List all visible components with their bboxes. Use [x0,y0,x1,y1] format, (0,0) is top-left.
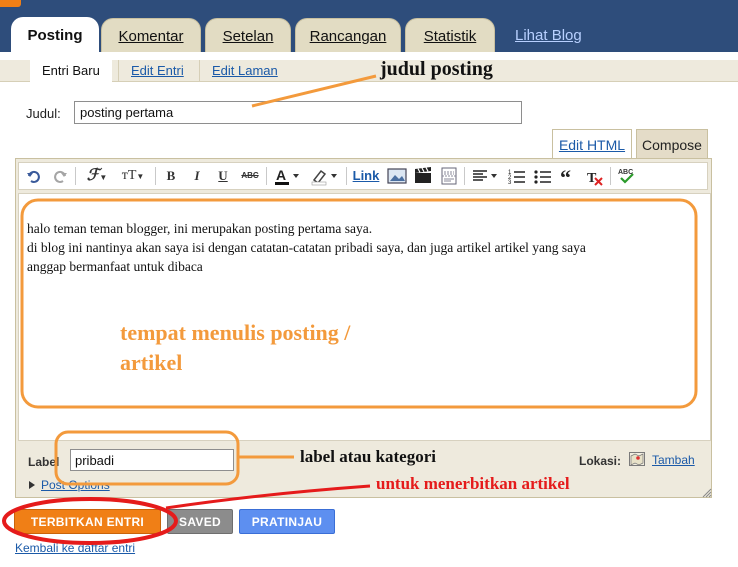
back-to-posts-link[interactable]: Kembali ke daftar entri [15,541,135,555]
title-label: Judul: [26,106,61,121]
tab-compose[interactable]: Compose [636,129,708,159]
bold-button[interactable]: B [162,163,180,189]
underline-button[interactable]: U [214,163,232,189]
post-body-text[interactable]: halo teman teman blogger, ini merupakan … [27,219,697,276]
view-blog-link[interactable]: Lihat Blog [515,18,582,52]
annotation-body: tempat menulis posting / artikel [120,318,350,378]
map-icon[interactable] [629,452,645,466]
svg-text:A: A [276,167,286,183]
align-icon[interactable] [470,163,500,189]
image-icon[interactable] [386,163,408,189]
link-button[interactable]: Link [352,163,380,189]
subtab-edit-pages[interactable]: Edit Laman [199,60,290,82]
post-options-label: Post Options [41,478,110,492]
svg-text:“: “ [560,165,571,189]
font-icon[interactable]: ℱ▼ [82,163,112,189]
quote-icon[interactable]: “ [558,163,580,190]
toolbar-divider [155,167,156,185]
highlight-icon[interactable] [308,163,340,189]
toolbar-divider [610,167,611,185]
tab-setelan[interactable]: Setelan [205,18,291,52]
labels-input[interactable] [70,449,234,471]
preview-button[interactable]: PRATINJAU [239,509,335,534]
post-body-line: anggap bermanfaat untuk dibaca [27,259,203,274]
subtab-new-post[interactable]: Entri Baru [30,60,112,83]
toolbar-divider [346,167,347,185]
title-input[interactable] [74,101,522,124]
location-label: Lokasi: [579,454,622,468]
tab-statistik[interactable]: Statistik [405,18,495,52]
text-color-icon[interactable]: A [272,163,302,189]
add-location-link[interactable]: Tambah [652,453,695,467]
redo-icon[interactable] [50,163,70,189]
labels-label: Label [28,455,60,469]
publish-button[interactable]: TERBITKAN ENTRI [14,509,161,534]
italic-button[interactable]: I [188,163,206,189]
undo-icon[interactable] [24,163,44,189]
post-body-line: di blog ini nantinya akan saya isi denga… [27,240,586,255]
spellcheck-icon[interactable]: ABC [616,163,638,189]
annotation-body-line: artikel [120,350,183,375]
post-body-line: halo teman teman blogger, ini merupakan … [27,221,373,236]
blogger-logo-icon[interactable] [0,0,21,7]
annotation-body-line: tempat menulis posting / [120,320,351,345]
post-options-toggle[interactable]: Post Options [29,478,110,492]
saved-button[interactable]: SAVED [167,509,233,534]
resize-grip-icon[interactable] [702,486,712,498]
annotation-title: judul posting [380,58,493,80]
remove-format-icon[interactable]: T [584,163,606,189]
toolbar-divider [75,167,76,185]
toolbar-divider [266,167,267,185]
tab-komentar[interactable]: Komentar [101,18,201,52]
tab-edit-html[interactable]: Edit HTML [552,129,632,159]
numbered-list-icon[interactable]: 123 [506,163,528,189]
expand-arrow-icon [29,481,35,489]
jump-break-icon[interactable] [438,163,460,189]
tab-rancangan[interactable]: Rancangan [295,18,401,52]
annotation-label: label atau kategori [300,447,436,466]
video-icon[interactable] [412,163,434,189]
toolbar-divider [464,167,465,185]
tab-posting[interactable]: Posting [11,17,99,53]
subtab-edit-posts[interactable]: Edit Entri [118,60,196,82]
bulleted-list-icon[interactable] [532,163,554,189]
font-size-icon[interactable]: тT▼ [116,163,150,189]
svg-text:3: 3 [508,180,512,186]
strikethrough-button[interactable]: ABC [238,163,262,189]
annotation-publish: untuk menerbitkan artikel [376,474,570,493]
